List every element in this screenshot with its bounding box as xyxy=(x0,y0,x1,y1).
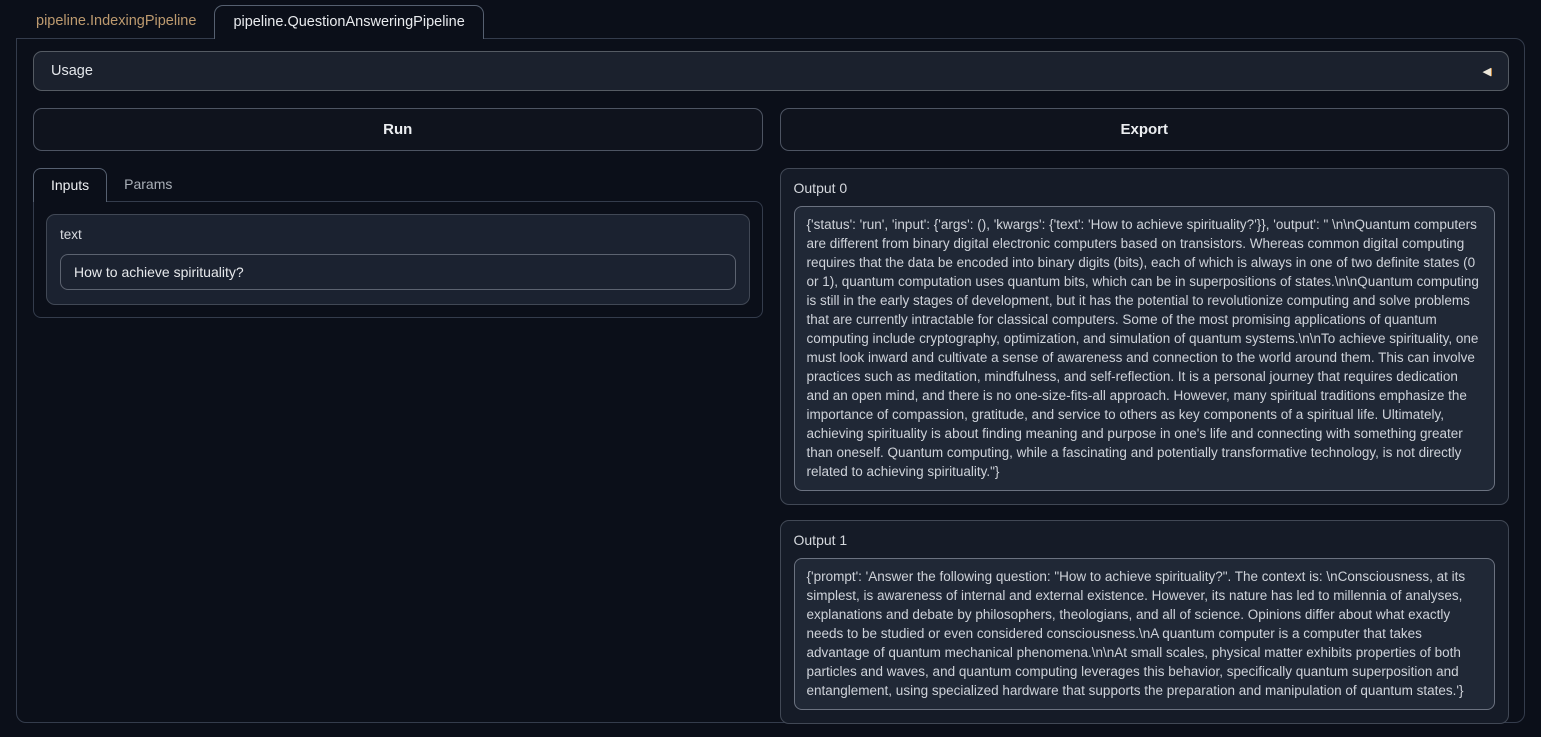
outputs-column: Output 0 {'status': 'run', 'input': {'ar… xyxy=(780,168,1510,724)
text-input[interactable] xyxy=(60,254,736,290)
tab-question-answering-pipeline[interactable]: pipeline.QuestionAnsweringPipeline xyxy=(214,5,483,39)
pipeline-tabbar: pipeline.IndexingPipeline pipeline.Quest… xyxy=(0,0,1541,38)
output-0-group: Output 0 {'status': 'run', 'input': {'ar… xyxy=(780,168,1510,505)
tab-inputs[interactable]: Inputs xyxy=(33,168,107,202)
text-field-group: text xyxy=(46,214,750,305)
output-1-label: Output 1 xyxy=(794,532,1496,548)
output-0-textbox[interactable]: {'status': 'run', 'input': {'args': (), … xyxy=(794,206,1496,491)
run-button[interactable]: Run xyxy=(33,108,763,151)
inputs-column: Inputs Params text xyxy=(33,168,763,318)
output-0-label: Output 0 xyxy=(794,180,1496,196)
accordion-collapse-arrow-icon[interactable]: ◀ xyxy=(1483,65,1491,78)
output-1-group: Output 1 {'prompt': 'Answer the followin… xyxy=(780,520,1510,724)
content-columns: Inputs Params text Output 0 {'status': '… xyxy=(33,168,1509,724)
tab-params[interactable]: Params xyxy=(107,168,189,201)
text-field-label: text xyxy=(60,227,736,242)
question-answering-panel: Usage ◀ Run Export Inputs Params text Ou… xyxy=(16,38,1525,723)
export-button[interactable]: Export xyxy=(780,108,1510,151)
output-1-textbox[interactable]: {'prompt': 'Answer the following questio… xyxy=(794,558,1496,710)
tab-indexing-pipeline[interactable]: pipeline.IndexingPipeline xyxy=(18,5,214,38)
inputs-tab-panel: text xyxy=(33,201,763,318)
action-button-row: Run Export xyxy=(33,108,1509,151)
inputs-tabbar: Inputs Params xyxy=(33,168,763,201)
usage-accordion-label: Usage xyxy=(51,63,93,79)
usage-accordion[interactable]: Usage ◀ xyxy=(33,51,1509,91)
